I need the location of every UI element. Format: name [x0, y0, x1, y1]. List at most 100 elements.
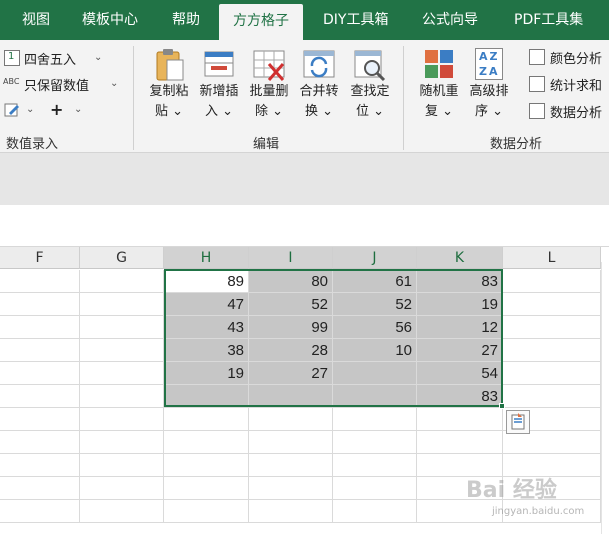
- cell-f-row-8[interactable]: [0, 431, 80, 454]
- column-header-h[interactable]: H: [164, 247, 249, 269]
- color-analysis-button[interactable]: 颜色分析: [550, 48, 602, 67]
- cell-i-row-7[interactable]: [249, 408, 333, 431]
- data-analysis-button[interactable]: 数据分析: [550, 102, 602, 121]
- cell-j-row-3[interactable]: 56: [333, 316, 417, 339]
- tab-diy-toolbox[interactable]: DIY工具箱: [323, 0, 388, 40]
- keep-value-button[interactable]: 只保留数值: [24, 75, 89, 94]
- advanced-sort-button[interactable]: AZ ZA 高级排 序 ⌄: [462, 46, 516, 122]
- cell-l-row-2[interactable]: [503, 293, 601, 316]
- cell-j-row-8[interactable]: [333, 431, 417, 454]
- cell-f-row-2[interactable]: [0, 293, 80, 316]
- column-header-j[interactable]: J: [333, 247, 417, 269]
- batch-delete-button[interactable]: 批量删 除 ⌄: [242, 46, 296, 122]
- column-header-f[interactable]: F: [0, 247, 80, 269]
- column-header-l[interactable]: L: [503, 247, 601, 269]
- tab-template-center[interactable]: 模板中心: [82, 0, 138, 40]
- cell-j-row-4[interactable]: 10: [333, 339, 417, 362]
- cell-g-row-9[interactable]: [80, 454, 164, 477]
- cell-f-row-4[interactable]: [0, 339, 80, 362]
- copy-paste-button[interactable]: 复制粘 贴 ⌄: [142, 46, 196, 122]
- plus-dropdown-icon[interactable]: ⌄: [74, 104, 82, 115]
- cell-j-row-1[interactable]: 61: [333, 270, 417, 293]
- cell-k-row-4[interactable]: 27: [417, 339, 503, 362]
- round-button[interactable]: 四舍五入: [24, 49, 76, 68]
- cell-k-row-6[interactable]: 83: [417, 385, 503, 408]
- cell-k-row-5[interactable]: 54: [417, 362, 503, 385]
- cell-g-row-8[interactable]: [80, 431, 164, 454]
- cell-j-row-2[interactable]: 52: [333, 293, 417, 316]
- cell-f-row-7[interactable]: [0, 408, 80, 431]
- cell-h-row-1[interactable]: 89: [164, 270, 249, 293]
- tab-view[interactable]: 视图: [22, 0, 50, 40]
- edit-pen-icon[interactable]: [4, 102, 22, 118]
- column-header-i[interactable]: I: [249, 247, 333, 269]
- cell-l-row-3[interactable]: [503, 316, 601, 339]
- cell-j-row-10[interactable]: [333, 477, 417, 500]
- formula-bar[interactable]: [0, 205, 609, 247]
- cell-g-row-10[interactable]: [80, 477, 164, 500]
- keep-value-dropdown-icon[interactable]: ⌄: [110, 78, 118, 89]
- cell-i-row-11[interactable]: [249, 500, 333, 523]
- fill-handle[interactable]: [499, 403, 505, 409]
- insert-button[interactable]: 新增插 入 ⌄: [192, 46, 246, 122]
- quick-analysis-icon[interactable]: [506, 410, 530, 434]
- cell-i-row-3[interactable]: 99: [249, 316, 333, 339]
- cell-h-row-10[interactable]: [164, 477, 249, 500]
- cell-j-row-5[interactable]: [333, 362, 417, 385]
- cell-k-row-3[interactable]: 12: [417, 316, 503, 339]
- cell-h-row-6[interactable]: [164, 385, 249, 408]
- cell-i-row-6[interactable]: [249, 385, 333, 408]
- merge-convert-button[interactable]: 合并转 换 ⌄: [292, 46, 346, 122]
- cell-j-row-7[interactable]: [333, 408, 417, 431]
- cell-k-row-7[interactable]: [417, 408, 503, 431]
- cell-k-row-1[interactable]: 83: [417, 270, 503, 293]
- cell-i-row-10[interactable]: [249, 477, 333, 500]
- cell-k-row-8[interactable]: [417, 431, 503, 454]
- cell-i-row-9[interactable]: [249, 454, 333, 477]
- cell-h-row-4[interactable]: 38: [164, 339, 249, 362]
- cell-h-row-3[interactable]: 43: [164, 316, 249, 339]
- cell-l-row-6[interactable]: [503, 385, 601, 408]
- cell-f-row-1[interactable]: [0, 270, 80, 293]
- cell-h-row-2[interactable]: 47: [164, 293, 249, 316]
- cell-f-row-3[interactable]: [0, 316, 80, 339]
- cell-i-row-2[interactable]: 52: [249, 293, 333, 316]
- cell-j-row-11[interactable]: [333, 500, 417, 523]
- column-header-k[interactable]: K: [417, 247, 503, 269]
- cell-f-row-6[interactable]: [0, 385, 80, 408]
- cell-i-row-8[interactable]: [249, 431, 333, 454]
- cell-i-row-4[interactable]: 28: [249, 339, 333, 362]
- cell-g-row-7[interactable]: [80, 408, 164, 431]
- cell-l-row-4[interactable]: [503, 339, 601, 362]
- cell-g-row-11[interactable]: [80, 500, 164, 523]
- cell-f-row-10[interactable]: [0, 477, 80, 500]
- tab-help[interactable]: 帮助: [172, 0, 200, 40]
- cell-l-row-5[interactable]: [503, 362, 601, 385]
- tab-formula-wizard[interactable]: 公式向导: [422, 0, 478, 40]
- cell-g-row-2[interactable]: [80, 293, 164, 316]
- cell-g-row-3[interactable]: [80, 316, 164, 339]
- round-dropdown-icon[interactable]: ⌄: [94, 52, 102, 63]
- stats-sum-button[interactable]: 统计求和: [550, 75, 602, 94]
- cell-f-row-9[interactable]: [0, 454, 80, 477]
- cell-g-row-4[interactable]: [80, 339, 164, 362]
- cell-h-row-8[interactable]: [164, 431, 249, 454]
- cell-i-row-1[interactable]: 80: [249, 270, 333, 293]
- edit-dropdown-icon[interactable]: ⌄: [26, 104, 34, 115]
- cell-i-row-5[interactable]: 27: [249, 362, 333, 385]
- cell-j-row-6[interactable]: [333, 385, 417, 408]
- cell-k-row-2[interactable]: 19: [417, 293, 503, 316]
- cell-g-row-1[interactable]: [80, 270, 164, 293]
- cell-j-row-9[interactable]: [333, 454, 417, 477]
- cell-h-row-11[interactable]: [164, 500, 249, 523]
- random-repeat-button[interactable]: 随机重 复 ⌄: [412, 46, 466, 122]
- cell-l-row-1[interactable]: [503, 270, 601, 293]
- tab-pdf-tools[interactable]: PDF工具集: [514, 0, 583, 40]
- cell-f-row-11[interactable]: [0, 500, 80, 523]
- cell-f-row-5[interactable]: [0, 362, 80, 385]
- cell-g-row-6[interactable]: [80, 385, 164, 408]
- cell-h-row-9[interactable]: [164, 454, 249, 477]
- column-header-g[interactable]: G: [80, 247, 164, 269]
- tab-fangfang-gezi[interactable]: 方方格子: [219, 4, 303, 40]
- plus-button[interactable]: +: [50, 100, 63, 119]
